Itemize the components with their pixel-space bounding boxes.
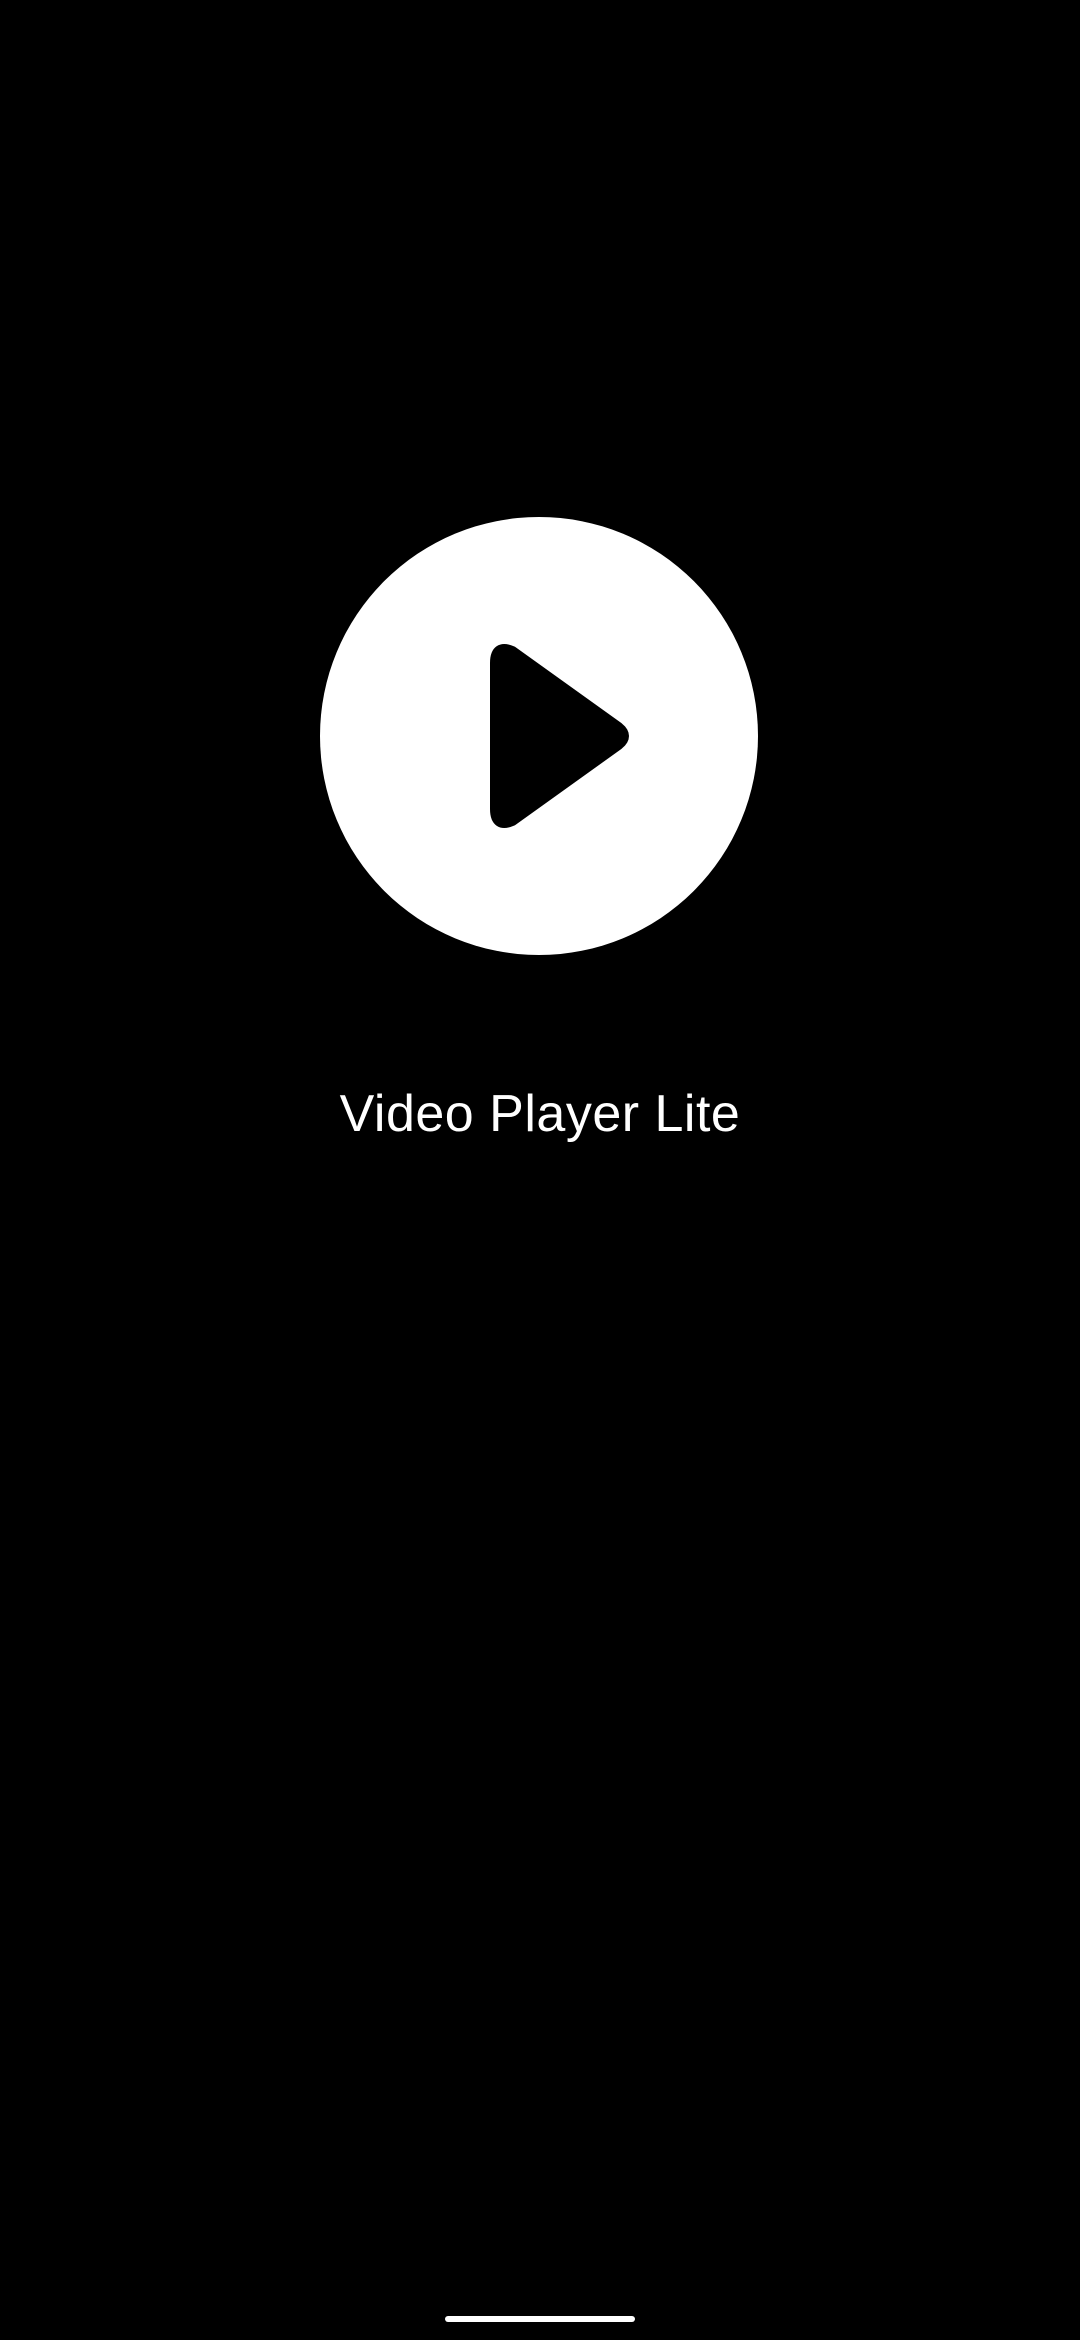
- home-gesture-bar[interactable]: [445, 2316, 635, 2322]
- play-icon: [490, 644, 629, 828]
- splash-screen: Video Player Lite: [0, 0, 1080, 2340]
- app-name: Video Player Lite: [339, 1085, 741, 1143]
- app-logo: [320, 517, 758, 955]
